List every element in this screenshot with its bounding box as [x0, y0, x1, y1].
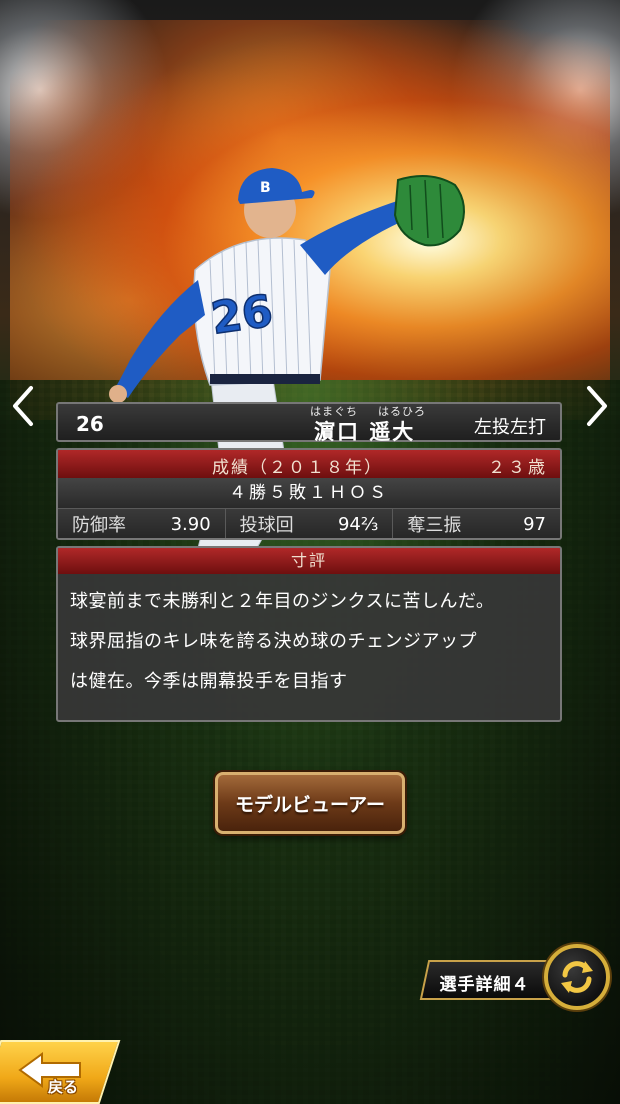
review-text: 球宴前まで未勝利と２年目のジンクスに苦しんだ。 球界屈指のキレ味を誇る決め球のチ…	[58, 574, 560, 702]
player-age: ２３歳	[488, 458, 548, 478]
innings-label: 投球回	[239, 515, 294, 536]
chevron-right-icon	[587, 386, 607, 426]
review-line: 球界屈指のキレ味を誇る決め球のチェンジアップ	[70, 631, 477, 652]
stats-row: 防御率 3.90 投球回 94⅔ 奪三振 97	[58, 509, 560, 538]
player-name-bar: 26 はまぐち はるひろ 濵口 遥大 左投左打	[56, 402, 562, 444]
next-player-button[interactable]	[582, 382, 612, 430]
era-cell: 防御率 3.90	[58, 509, 226, 538]
strikeouts-cell: 奪三振 97	[393, 509, 560, 538]
review-line: 球宴前まで未勝利と２年目のジンクスに苦しんだ。	[70, 591, 495, 612]
stats-panel: 成績（２０１８年） ２３歳 ４勝５敗１ＨＯＳ 防御率 3.90 投球回 94⅔ …	[56, 448, 562, 540]
uniform-number: 26	[76, 412, 104, 436]
prev-player-button[interactable]	[8, 382, 38, 430]
innings-cell: 投球回 94⅔	[226, 509, 394, 538]
review-line: は健在。今季は開幕投手を目指す	[70, 671, 348, 692]
review-title: 寸評	[58, 548, 560, 574]
strikeouts-value: 97	[523, 513, 547, 535]
back-label: 戻る	[48, 1078, 79, 1096]
jersey-number: 26	[208, 286, 276, 345]
season-label: 成績（２０１８年）	[212, 458, 383, 478]
era-value: 3.90	[170, 513, 211, 535]
review-panel: 寸評 球宴前まで未勝利と２年目のジンクスに苦しんだ。 球界屈指のキレ味を誇る決め…	[56, 546, 562, 722]
player-detail-label: 選手詳細４	[439, 975, 530, 995]
handedness: 左投左打	[474, 417, 546, 438]
chevron-left-icon	[13, 386, 33, 426]
switch-arrows-icon	[561, 961, 593, 993]
strikeouts-label: 奪三振	[407, 515, 462, 536]
model-viewer-button[interactable]: モデルビューアー	[215, 772, 405, 834]
era-label: 防御率	[72, 515, 126, 536]
back-button[interactable]: 戻る	[0, 1040, 121, 1104]
switch-view-button[interactable]	[544, 944, 610, 1010]
player-name: 濵口 遥大	[314, 420, 416, 444]
svg-text:B: B	[260, 180, 271, 196]
win-loss-record: ４勝５敗１ＨＯＳ	[58, 478, 560, 509]
innings-value: 94⅔	[337, 513, 379, 535]
stats-header: 成績（２０１８年） ２３歳	[58, 450, 560, 478]
